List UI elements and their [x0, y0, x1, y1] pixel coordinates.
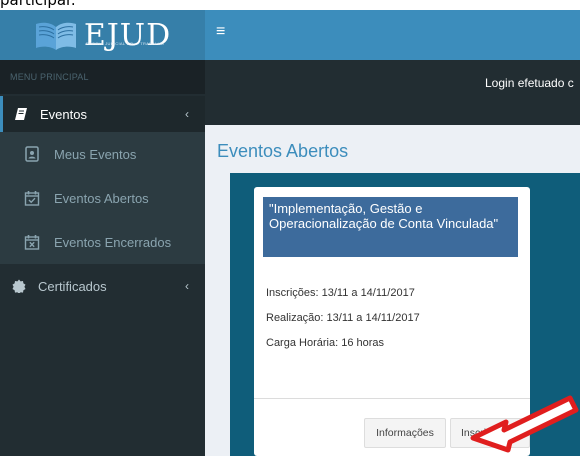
cropped-top-text: participar.	[0, 0, 580, 10]
chevron-left-icon: ‹	[185, 279, 189, 293]
event-realization: Realização: 13/11 a 14/11/2017	[266, 312, 420, 324]
event-title: "Implementação, Gestão e Operacionalizaç…	[263, 197, 518, 257]
event-workload: Carga Horária: 16 horas	[266, 337, 385, 349]
sidebar-item-label: Eventos Encerrados	[54, 234, 172, 250]
page-title: Eventos Abertos	[217, 141, 349, 161]
book-icon	[15, 108, 27, 120]
calendar-check-icon	[24, 191, 40, 206]
message-bar	[205, 60, 580, 125]
sidebar-item-meus-eventos[interactable]: Meus Eventos	[0, 132, 205, 176]
red-arrow-annotation	[470, 395, 579, 453]
sidebar-item-label: Eventos Abertos	[54, 190, 149, 206]
sidebar-item-eventos-encerrados[interactable]: Eventos Encerrados	[0, 220, 205, 264]
calendar-times-icon	[24, 235, 40, 250]
logo-text: EJUD	[83, 17, 172, 53]
sidebar-item-certificados[interactable]: Certificados ‹	[0, 264, 205, 308]
info-button[interactable]: Informações	[364, 418, 446, 448]
logo-subtitle: ESCOLA JUDICIAL DO ... TRABALHO	[86, 41, 165, 46]
logo[interactable]: EJUD	[0, 10, 205, 60]
cropped-text: participar.	[0, 0, 76, 9]
event-registrations: Inscrições: 13/11 a 14/11/2017	[266, 287, 415, 299]
hamburger-icon[interactable]: ≡	[216, 24, 225, 40]
chevron-left-icon: ‹	[185, 107, 189, 121]
certificate-icon	[12, 279, 26, 293]
login-message: Login efetuado c	[485, 76, 574, 90]
id-card-icon	[25, 146, 39, 162]
sidebar-item-label: Meus Eventos	[54, 146, 137, 162]
sidebar-item-label: Eventos	[40, 106, 87, 122]
sidebar-item-eventos[interactable]: Eventos ‹	[0, 96, 205, 132]
sidebar-item-eventos-abertos[interactable]: Eventos Abertos	[0, 176, 205, 220]
sidebar-item-label: Certificados	[38, 278, 107, 294]
book-logo-icon	[35, 22, 76, 50]
sidebar-menu-header: MENU PRINCIPAL	[0, 60, 205, 94]
